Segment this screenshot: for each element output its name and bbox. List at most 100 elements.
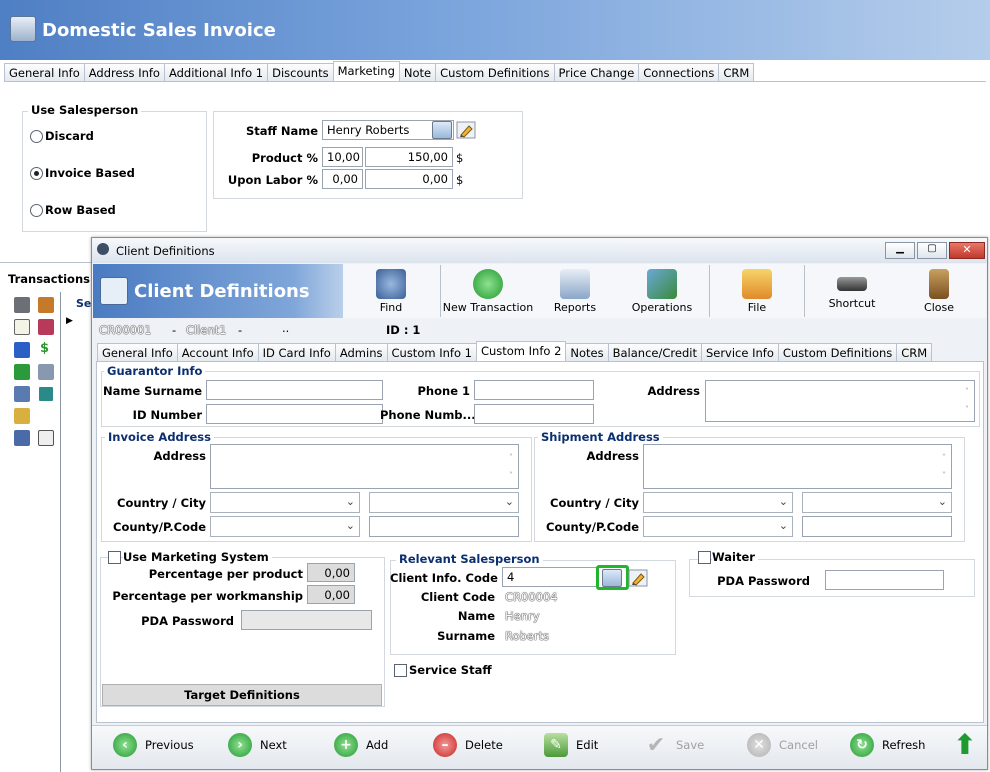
tab-custom-definitions[interactable]: Custom Definitions — [435, 63, 555, 81]
tab-general-info[interactable]: General Info — [4, 63, 85, 81]
shortcut-button[interactable]: Shortcut — [804, 265, 900, 317]
shipment-county-select[interactable]: ⌄ — [643, 516, 793, 537]
file-button[interactable]: File — [709, 265, 805, 317]
document-icon[interactable] — [14, 319, 30, 335]
gears-icon[interactable] — [14, 297, 30, 313]
add-icon: + — [334, 733, 358, 757]
invoice-county-label: County/P.Code — [113, 520, 206, 534]
client-lookup-icon[interactable] — [602, 569, 622, 587]
tab-crm[interactable]: CRM — [718, 63, 755, 81]
chart-icon[interactable] — [14, 386, 30, 402]
waiter-checkbox[interactable] — [698, 551, 711, 564]
add-button[interactable]: + Add — [334, 730, 388, 760]
list-icon[interactable] — [14, 342, 30, 358]
labor-amount-field[interactable]: 0,00 — [365, 169, 453, 189]
tab-general-info-dialog[interactable]: General Info — [97, 343, 178, 361]
page-icon[interactable] — [38, 430, 54, 446]
save-button[interactable]: ✔ Save — [644, 730, 704, 760]
add-doc-icon[interactable] — [14, 364, 30, 380]
tab-connections[interactable]: Connections — [638, 63, 720, 81]
main-tab-strip: General Info Address Info Additional Inf… — [4, 61, 755, 81]
tab-service-info[interactable]: Service Info — [700, 343, 779, 361]
tab-admins[interactable]: Admins — [334, 343, 388, 361]
edit-button[interactable]: ✎ Edit — [544, 730, 598, 760]
tab-custom-info-2[interactable]: Custom Info 2 — [475, 341, 567, 361]
shipment-country-label: Country / City — [550, 496, 639, 510]
invoice-country-select[interactable]: ⌄ — [210, 492, 360, 513]
record-dash: - — [172, 323, 177, 337]
dollar-icon[interactable]: $ — [40, 341, 49, 356]
next-button[interactable]: › Next — [228, 730, 287, 760]
close-button[interactable]: Close — [891, 265, 987, 317]
shipment-country-select[interactable]: ⌄ — [643, 492, 793, 513]
tab-notes[interactable]: Notes — [565, 343, 609, 361]
waiter-pda-password-field[interactable] — [825, 570, 944, 590]
abc-icon[interactable] — [38, 364, 54, 380]
tab-discounts[interactable]: Discounts — [267, 63, 334, 81]
phone-number-field[interactable] — [474, 404, 594, 424]
name-surname-field[interactable] — [206, 380, 383, 400]
operations-label: Operations — [631, 301, 693, 314]
tab-custom-info-1[interactable]: Custom Info 1 — [386, 343, 477, 361]
reports-button[interactable]: Reports — [527, 265, 623, 317]
tab-marketing[interactable]: Marketing — [332, 61, 400, 81]
invoice-postcode-field[interactable] — [369, 516, 519, 537]
pause-icon[interactable] — [38, 386, 54, 402]
client-info-code-field[interactable]: 4 — [502, 567, 598, 587]
minimize-button[interactable]: ▁ — [885, 242, 915, 259]
search-doc-icon[interactable] — [38, 319, 54, 335]
pct-per-product-field[interactable]: 0,00 — [307, 563, 355, 582]
close-window-button[interactable]: ✕ — [949, 242, 985, 259]
shipment-address-field[interactable]: ˄ ˅ — [643, 444, 952, 489]
tab-account-info[interactable]: Account Info — [176, 343, 259, 361]
service-staff-checkbox[interactable] — [394, 664, 407, 677]
tab-price-change[interactable]: Price Change — [553, 63, 640, 81]
invoice-based-radio[interactable] — [30, 167, 43, 180]
tab-note[interactable]: Note — [398, 63, 437, 81]
up-arrow-icon[interactable]: ⬆ — [953, 730, 977, 760]
phone1-field[interactable] — [474, 380, 594, 400]
invoice-county-select[interactable]: ⌄ — [210, 516, 360, 537]
product-amount-field[interactable]: 150,00 — [365, 147, 453, 167]
row-based-radio[interactable] — [30, 204, 43, 217]
find-button[interactable]: Find — [343, 265, 439, 317]
client-code-label: Client Code — [420, 590, 495, 604]
target-definitions-button[interactable]: Target Definitions — [102, 684, 382, 706]
cancel-button[interactable]: ✕ Cancel — [747, 730, 818, 760]
edit-label: Edit — [576, 738, 599, 752]
plus-icon — [473, 269, 503, 299]
operations-button[interactable]: Operations — [614, 265, 710, 317]
product-pct-field[interactable]: 10,00 — [322, 147, 363, 167]
discard-radio[interactable] — [30, 130, 43, 143]
tab-additional-info-1[interactable]: Additional Info 1 — [163, 63, 269, 81]
refresh-button[interactable]: ↻ Refresh — [850, 730, 925, 760]
id-number-field[interactable] — [206, 404, 383, 424]
shipment-city-select[interactable]: ⌄ — [802, 492, 952, 513]
labor-pct-field[interactable]: 0,00 — [322, 169, 363, 189]
staff-clear-icon[interactable] — [456, 121, 476, 139]
window-title: Domestic Sales Invoice — [42, 20, 276, 41]
invoice-city-select[interactable]: ⌄ — [369, 492, 519, 513]
maximize-button[interactable]: ▢ — [917, 242, 947, 259]
record-extra: .. — [282, 321, 290, 335]
notes-icon[interactable] — [14, 408, 30, 424]
tab-id-card-info[interactable]: ID Card Info — [257, 343, 336, 361]
marketing-pda-password-field[interactable] — [241, 610, 372, 630]
tab-balance-credit[interactable]: Balance/Credit — [607, 343, 702, 361]
guarantor-address-field[interactable]: ˄ ˅ — [705, 380, 975, 422]
shipment-postcode-field[interactable] — [802, 516, 952, 537]
name-label: Name — [457, 609, 495, 623]
tab-address-info[interactable]: Address Info — [83, 63, 165, 81]
tab-custom-definitions-dialog[interactable]: Custom Definitions — [777, 343, 898, 361]
pct-per-workmanship-field[interactable]: 0,00 — [307, 585, 355, 604]
client-clear-icon[interactable] — [628, 569, 648, 587]
delete-button[interactable]: – Delete — [433, 730, 503, 760]
tab-crm-dialog[interactable]: CRM — [896, 343, 933, 361]
previous-button[interactable]: ‹ Previous — [113, 730, 194, 760]
new-transaction-button[interactable]: New Transaction — [440, 265, 536, 317]
invoice-address-field[interactable]: ˄ ˅ — [210, 444, 519, 489]
network-icon[interactable] — [14, 430, 30, 446]
staff-lookup-icon[interactable] — [432, 121, 452, 139]
use-marketing-system-checkbox[interactable] — [108, 551, 121, 564]
people-icon[interactable] — [38, 297, 54, 313]
